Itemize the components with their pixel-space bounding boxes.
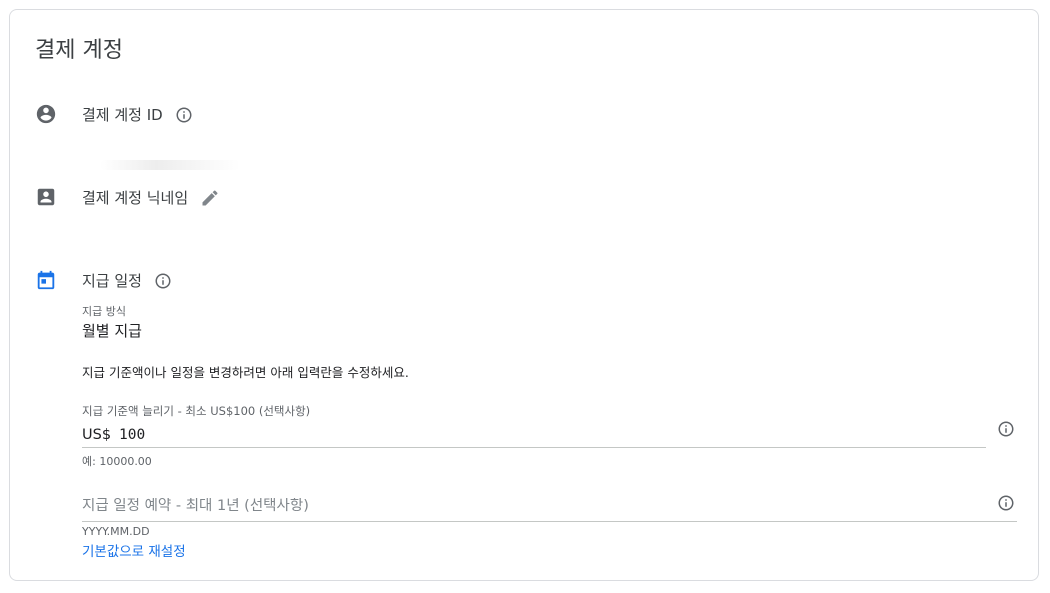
billing-id-label: 결제 계정 ID [82, 106, 163, 124]
info-icon[interactable] [997, 494, 1015, 512]
reset-to-default-link[interactable]: 기본값으로 재설정 [82, 540, 186, 560]
billing-id-value-redacted [100, 160, 240, 170]
pencil-icon[interactable] [200, 188, 220, 208]
info-icon[interactable] [175, 106, 193, 124]
info-icon[interactable] [997, 420, 1015, 438]
calendar-icon [35, 269, 57, 291]
payment-schedule-label: 지급 일정 [82, 272, 142, 290]
schedule-date-input[interactable] [82, 497, 1017, 514]
card-title: 결제 계정 [35, 38, 123, 63]
nickname-label: 결제 계정 닉네임 [82, 189, 189, 207]
schedule-field[interactable] [82, 490, 1017, 522]
payment-method-label: 지급 방식 [82, 305, 126, 318]
payment-method-value: 월별 지급 [82, 322, 142, 340]
currency-prefix: US$ [82, 427, 112, 443]
schedule-description: 지급 기준액이나 일정을 변경하려면 아래 입력란을 수정하세요. [82, 365, 409, 380]
contact-card-icon [35, 186, 57, 208]
account-circle-icon [35, 103, 57, 125]
info-icon[interactable] [154, 272, 172, 290]
threshold-input[interactable] [119, 427, 420, 443]
threshold-field-label: 지급 기준액 늘리기 - 최소 US$100 (선택사항) [82, 404, 311, 418]
threshold-hint: 예: 10000.00 [82, 455, 152, 468]
schedule-date-format-hint: YYYY.MM.DD [82, 525, 150, 538]
billing-account-card: 결제 계정 결제 계정 ID 결제 계정 닉네임 지급 일정 지급 방식 월별 … [9, 9, 1039, 581]
billing-id-row: 결제 계정 ID [82, 104, 193, 125]
payment-schedule-row: 지급 일정 [82, 270, 172, 291]
nickname-row: 결제 계정 닉네임 [82, 187, 220, 208]
threshold-field[interactable]: US$ [82, 424, 986, 448]
